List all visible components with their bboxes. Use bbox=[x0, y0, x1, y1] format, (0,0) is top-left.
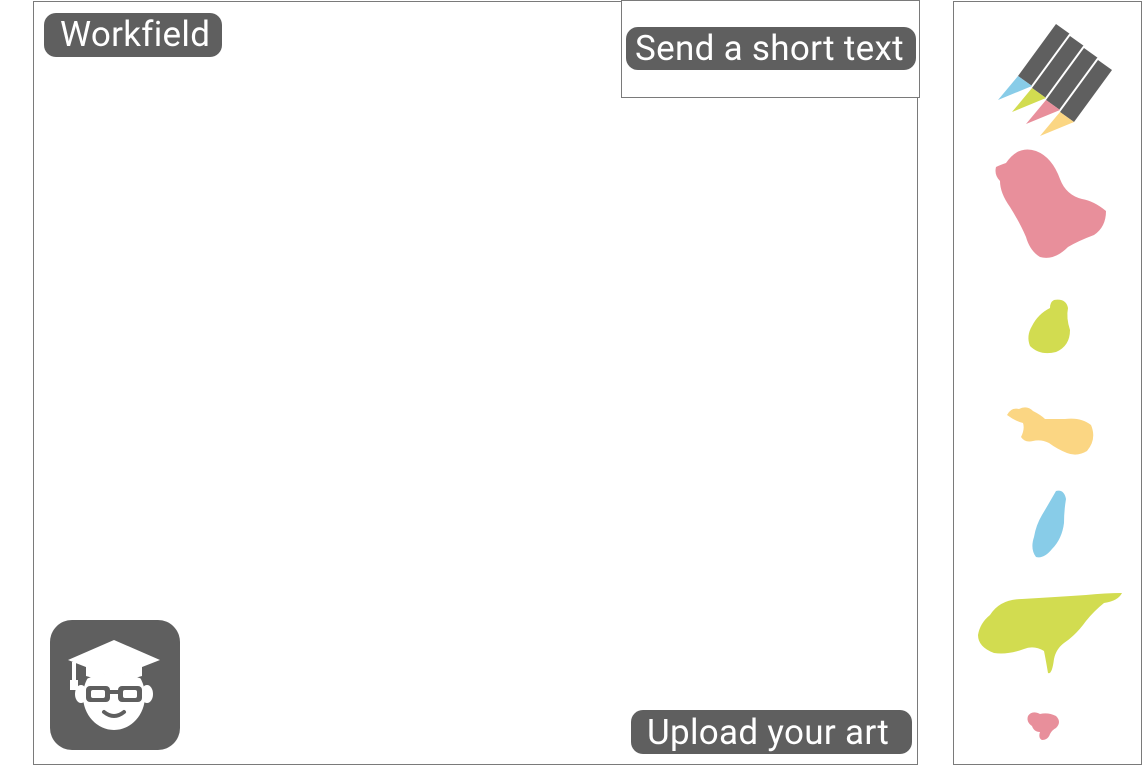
paint-blob-blue[interactable] bbox=[1030, 489, 1070, 561]
pencils-tool[interactable] bbox=[994, 14, 1124, 136]
paint-blob-blue-icon bbox=[1032, 490, 1066, 558]
paint-blob-green-small[interactable] bbox=[1026, 298, 1074, 356]
tool-tray bbox=[953, 1, 1142, 765]
app-root: Workfield Send a short text Upload your … bbox=[0, 0, 1145, 767]
paint-blob-yellow[interactable] bbox=[1005, 405, 1095, 457]
send-text-button[interactable]: Send a short text bbox=[626, 27, 916, 70]
student-avatar-icon bbox=[68, 640, 160, 730]
student-avatar-button[interactable] bbox=[50, 620, 180, 750]
paint-blob-pink-small[interactable] bbox=[1026, 710, 1062, 742]
paint-blob-green-large-icon bbox=[978, 593, 1122, 674]
paint-blob-green-large[interactable] bbox=[976, 591, 1122, 677]
workfield-canvas[interactable]: Workfield Send a short text Upload your … bbox=[33, 0, 920, 765]
upload-art-button[interactable]: Upload your art bbox=[631, 710, 912, 754]
paint-blob-green-small-icon bbox=[1028, 299, 1070, 354]
paint-blob-pink-large-icon bbox=[995, 149, 1106, 258]
send-text-panel[interactable]: Send a short text bbox=[621, 0, 920, 98]
paint-blob-pink-large[interactable] bbox=[990, 145, 1108, 263]
colored-pencils-icon bbox=[998, 24, 1112, 136]
workfield-label: Workfield bbox=[44, 13, 222, 57]
paint-blob-yellow-icon bbox=[1007, 407, 1094, 455]
paint-blob-pink-small-icon bbox=[1027, 712, 1059, 740]
